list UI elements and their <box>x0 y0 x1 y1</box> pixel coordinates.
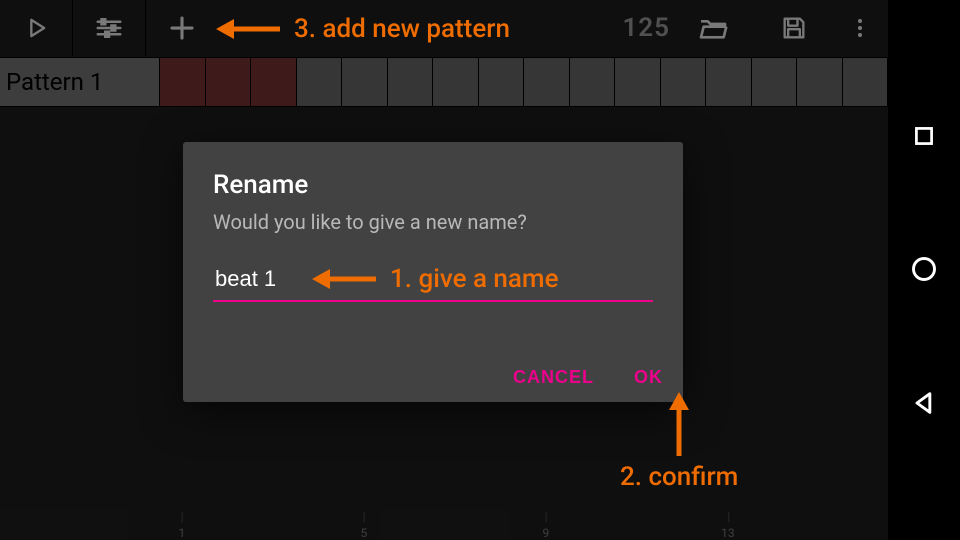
annotation-step3: 3. add new pattern <box>216 14 510 44</box>
ruler-mark: 13 <box>721 526 735 540</box>
pattern-cell[interactable] <box>297 58 343 106</box>
play-button[interactable] <box>0 0 72 56</box>
annotation-label: 1. give a name <box>390 264 559 294</box>
pattern-cell[interactable] <box>479 58 525 106</box>
back-button[interactable] <box>910 389 938 417</box>
cancel-button[interactable]: CANCEL <box>513 367 594 388</box>
ruler-mark: 9 <box>542 526 549 540</box>
home-button[interactable] <box>910 255 938 283</box>
annotation-label: 2. confirm <box>620 462 738 492</box>
triangle-back-icon <box>910 389 938 417</box>
square-icon <box>911 123 937 149</box>
overflow-menu-button[interactable] <box>832 0 888 56</box>
sliders-icon <box>94 13 124 43</box>
annotation-step1: 1. give a name <box>312 264 559 294</box>
more-vert-icon <box>848 16 872 40</box>
add-pattern-button[interactable] <box>146 0 218 56</box>
pattern-cell[interactable] <box>797 58 843 106</box>
recents-button[interactable] <box>911 123 937 149</box>
pattern-cell[interactable] <box>388 58 434 106</box>
dialog-message: Would you like to give a new name? <box>213 210 653 234</box>
pattern-cell[interactable] <box>752 58 798 106</box>
arrow-up-icon <box>667 392 691 456</box>
ruler-mark: 5 <box>360 526 367 540</box>
folder-open-icon <box>697 12 729 44</box>
dialog-title: Rename <box>213 170 653 200</box>
pattern-cell[interactable] <box>706 58 752 106</box>
pattern-cell[interactable] <box>570 58 616 106</box>
pattern-cell[interactable] <box>251 58 297 106</box>
pattern-cell[interactable] <box>160 58 206 106</box>
ruler-mark: 1 <box>178 526 185 540</box>
annotation-label: 3. add new pattern <box>294 14 510 44</box>
save-icon <box>780 14 808 42</box>
app-screen: 125 Pattern 1 <box>0 0 960 540</box>
arrow-left-icon <box>216 17 280 41</box>
pattern-cell[interactable] <box>661 58 707 106</box>
tempo-display[interactable]: 125 <box>622 13 670 43</box>
pattern-cell[interactable] <box>843 58 889 106</box>
pattern-cell[interactable] <box>206 58 252 106</box>
pattern-cell[interactable] <box>342 58 388 106</box>
circle-icon <box>910 255 938 283</box>
pattern-cell[interactable] <box>433 58 479 106</box>
timeline-ruler: 1 5 9 13 <box>160 510 888 540</box>
arrow-left-icon <box>312 267 376 291</box>
pattern-label[interactable]: Pattern 1 <box>0 58 160 106</box>
save-button[interactable] <box>756 0 832 56</box>
android-nav-bar <box>888 0 960 540</box>
annotation-step2: 2. confirm <box>620 392 738 492</box>
open-button[interactable] <box>670 0 756 56</box>
ok-button[interactable]: OK <box>634 367 663 388</box>
plus-icon <box>167 13 197 43</box>
pattern-row[interactable]: Pattern 1 <box>0 57 888 107</box>
pattern-cell[interactable] <box>524 58 570 106</box>
pattern-cells[interactable] <box>160 58 888 106</box>
play-icon <box>22 14 50 42</box>
mixer-button[interactable] <box>73 0 145 56</box>
pattern-cell[interactable] <box>615 58 661 106</box>
